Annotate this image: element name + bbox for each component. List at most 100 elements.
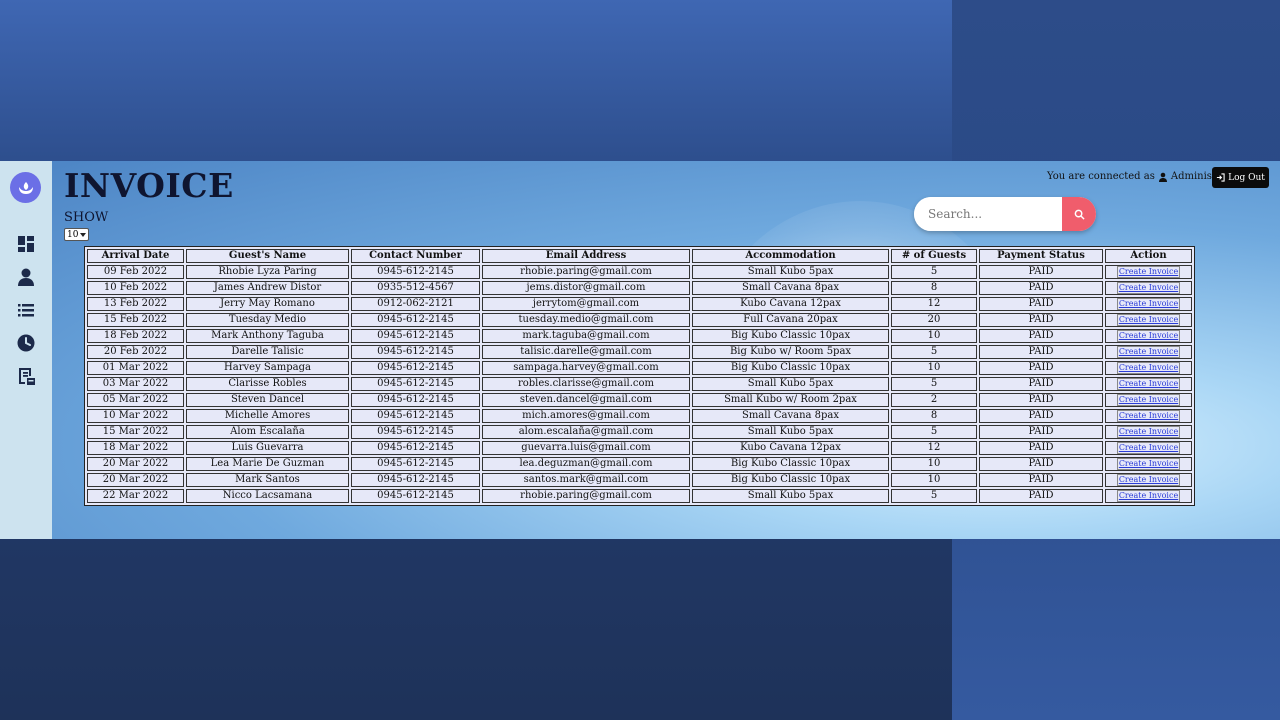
- accommodation-cell: Big Kubo Classic 10pax: [692, 473, 889, 487]
- dashboard-icon[interactable]: [16, 234, 36, 254]
- table-row: 10 Mar 2022 Michelle Amores 0945-612-2145 m…: [87, 409, 1192, 423]
- search-button[interactable]: [1062, 197, 1096, 231]
- payment-status-cell: PAID: [979, 409, 1103, 423]
- email-cell: guevarra.luis@gmail.com: [482, 441, 690, 455]
- action-cell: Create Invoice: [1105, 409, 1192, 423]
- contact-number-cell: 0945-612-2145: [351, 393, 480, 407]
- table-row: 15 Mar 2022 Alom Escalaña 0945-612-2145 alo…: [87, 425, 1192, 439]
- table-row: 20 Mar 2022 Mark Santos 0945-612-2145 santo…: [87, 473, 1192, 487]
- action-cell: Create Invoice: [1105, 473, 1192, 487]
- page-title: INVOICE: [64, 166, 234, 205]
- action-cell: Create Invoice: [1105, 281, 1192, 295]
- clock-icon[interactable]: [16, 333, 36, 353]
- search-input[interactable]: [914, 197, 1062, 231]
- table-row: 20 Mar 2022 Lea Marie De Guzman 0945-612-2…: [87, 457, 1192, 471]
- guests-count-cell: 8: [891, 409, 977, 423]
- arrival-date-cell: 20 Feb 2022: [87, 345, 184, 359]
- create-invoice-link[interactable]: Create Invoice: [1116, 394, 1181, 406]
- contact-number-cell: 0945-612-2145: [351, 345, 480, 359]
- payment-status-cell: PAID: [979, 329, 1103, 343]
- create-invoice-link[interactable]: Create Invoice: [1116, 378, 1181, 390]
- create-invoice-link[interactable]: Create Invoice: [1116, 410, 1181, 422]
- sidebar: [0, 161, 52, 539]
- payment-status-cell: PAID: [979, 297, 1103, 311]
- show-entries-select[interactable]: 10: [64, 228, 89, 241]
- accommodation-cell: Big Kubo Classic 10pax: [692, 329, 889, 343]
- invoice-table-container: Arrival Date Guest's Name Contact Number…: [84, 246, 1195, 506]
- invoice-table: Arrival Date Guest's Name Contact Number…: [85, 247, 1194, 505]
- create-invoice-link[interactable]: Create Invoice: [1116, 442, 1181, 454]
- guests-count-cell: 10: [891, 457, 977, 471]
- show-entries-value: 10: [67, 229, 79, 240]
- app-window: INVOICE SHOW 10 You are connected as Adm…: [0, 161, 1280, 539]
- list-icon[interactable]: [16, 300, 36, 320]
- action-cell: Create Invoice: [1105, 313, 1192, 327]
- create-invoice-link[interactable]: Create Invoice: [1116, 346, 1181, 358]
- email-cell: santos.mark@gmail.com: [482, 473, 690, 487]
- guest-name-cell: Luis Guevarra: [186, 441, 349, 455]
- arrival-date-cell: 05 Mar 2022: [87, 393, 184, 407]
- email-cell: rhobie.paring@gmail.com: [482, 265, 690, 279]
- payment-status-cell: PAID: [979, 489, 1103, 503]
- action-cell: Create Invoice: [1105, 457, 1192, 471]
- arrival-date-cell: 20 Mar 2022: [87, 457, 184, 471]
- guests-count-cell: 12: [891, 297, 977, 311]
- contact-number-cell: 0945-612-2145: [351, 377, 480, 391]
- guests-count-cell: 10: [891, 329, 977, 343]
- create-invoice-link[interactable]: Create Invoice: [1116, 490, 1181, 502]
- column-header: # of Guests: [891, 249, 977, 263]
- action-cell: Create Invoice: [1105, 377, 1192, 391]
- guest-name-cell: Harvey Sampaga: [186, 361, 349, 375]
- guest-name-cell: Nicco Lacsamana: [186, 489, 349, 503]
- create-invoice-link[interactable]: Create Invoice: [1116, 282, 1181, 294]
- guests-count-cell: 8: [891, 281, 977, 295]
- column-header: Arrival Date: [87, 249, 184, 263]
- email-cell: lea.deguzman@gmail.com: [482, 457, 690, 471]
- guests-count-cell: 5: [891, 265, 977, 279]
- create-invoice-link[interactable]: Create Invoice: [1116, 298, 1181, 310]
- show-label: SHOW: [64, 210, 109, 225]
- email-cell: alom.escalaña@gmail.com: [482, 425, 690, 439]
- payment-status-cell: PAID: [979, 425, 1103, 439]
- create-invoice-link[interactable]: Create Invoice: [1116, 474, 1181, 486]
- guests-count-cell: 5: [891, 377, 977, 391]
- payment-status-cell: PAID: [979, 473, 1103, 487]
- create-invoice-link[interactable]: Create Invoice: [1116, 458, 1181, 470]
- invoice-icon[interactable]: [16, 366, 36, 386]
- column-header: Email Address: [482, 249, 690, 263]
- arrival-date-cell: 18 Feb 2022: [87, 329, 184, 343]
- table-row: 10 Feb 2022 James Andrew Distor 0935-512-4…: [87, 281, 1192, 295]
- create-invoice-link[interactable]: Create Invoice: [1116, 426, 1181, 438]
- logout-button[interactable]: Log Out: [1212, 167, 1269, 188]
- arrival-date-cell: 13 Feb 2022: [87, 297, 184, 311]
- create-invoice-link[interactable]: Create Invoice: [1116, 362, 1181, 374]
- guests-count-cell: 20: [891, 313, 977, 327]
- action-cell: Create Invoice: [1105, 489, 1192, 503]
- create-invoice-link[interactable]: Create Invoice: [1116, 314, 1181, 326]
- guests-count-cell: 12: [891, 441, 977, 455]
- accommodation-cell: Big Kubo w/ Room 5pax: [692, 345, 889, 359]
- contact-number-cell: 0945-612-2145: [351, 457, 480, 471]
- table-body: 09 Feb 2022 Rhobie Lyza Paring 0945-612-21…: [87, 265, 1192, 503]
- guest-name-cell: Darelle Talisic: [186, 345, 349, 359]
- guests-count-cell: 5: [891, 345, 977, 359]
- table-row: 03 Mar 2022 Clarisse Robles 0945-612-2145 r…: [87, 377, 1192, 391]
- arrival-date-cell: 09 Feb 2022: [87, 265, 184, 279]
- accommodation-cell: Big Kubo Classic 10pax: [692, 457, 889, 471]
- table-row: 15 Feb 2022 Tuesday Medio 0945-612-2145 tue…: [87, 313, 1192, 327]
- action-cell: Create Invoice: [1105, 265, 1192, 279]
- arrival-date-cell: 03 Mar 2022: [87, 377, 184, 391]
- create-invoice-link[interactable]: Create Invoice: [1116, 266, 1181, 278]
- accommodation-cell: Small Cavana 8pax: [692, 281, 889, 295]
- action-cell: Create Invoice: [1105, 329, 1192, 343]
- create-invoice-link[interactable]: Create Invoice: [1116, 330, 1181, 342]
- search-icon: [1074, 209, 1085, 220]
- table-row: 18 Mar 2022 Luis Guevarra 0945-612-2145 gue…: [87, 441, 1192, 455]
- contact-number-cell: 0945-612-2145: [351, 409, 480, 423]
- contact-number-cell: 0945-612-2145: [351, 265, 480, 279]
- guest-name-cell: Clarisse Robles: [186, 377, 349, 391]
- user-icon[interactable]: [16, 267, 36, 287]
- logo-icon[interactable]: [10, 172, 41, 203]
- accommodation-cell: Full Cavana 20pax: [692, 313, 889, 327]
- guests-count-cell: 5: [891, 425, 977, 439]
